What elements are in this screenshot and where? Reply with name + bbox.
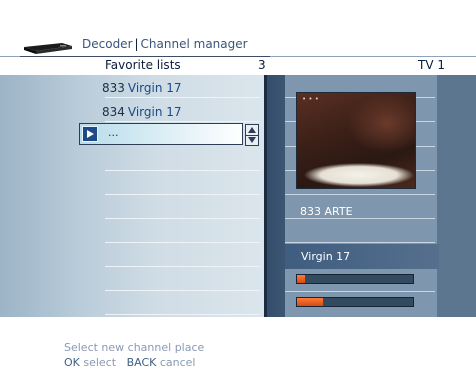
- column-header-row: [0, 57, 476, 75]
- row-divider: [105, 121, 260, 122]
- position-stepper[interactable]: [245, 124, 259, 146]
- breadcrumb-current: Channel manager: [140, 37, 248, 51]
- info-panel-edge: [437, 75, 476, 317]
- row-divider: [105, 266, 260, 267]
- breadcrumb: Decoder | Channel manager: [82, 37, 248, 51]
- signal-strength-bar: [296, 274, 414, 284]
- selected-channel-name: Virgin 17: [301, 250, 351, 263]
- column-favorite-lists[interactable]: Favorite lists: [105, 58, 181, 72]
- signal-strength-fill: [297, 275, 306, 283]
- column-tv[interactable]: TV 1: [418, 58, 445, 72]
- channel-name: Virgin 17: [127, 105, 182, 119]
- channel-list-panel: 833 Virgin 17 834 Virgin 17: [0, 75, 265, 317]
- footer-key-hints: OK select BACK cancel: [64, 356, 195, 369]
- row-divider: [105, 97, 260, 98]
- footer-instruction: Select new channel place: [64, 341, 205, 354]
- preview-overlay-text: • • •: [302, 95, 319, 103]
- play-icon: [82, 126, 98, 142]
- channel-number: 834: [102, 105, 125, 119]
- stepper-down-icon[interactable]: [246, 135, 258, 145]
- list-item[interactable]: 834 Virgin 17: [102, 105, 182, 119]
- channel-place-value: ...: [108, 126, 119, 139]
- row-divider: [285, 194, 435, 195]
- breadcrumb-root[interactable]: Decoder: [82, 37, 133, 51]
- channel-preview-video: • • •: [296, 92, 416, 189]
- channel-number: 833: [102, 81, 125, 95]
- signal-quality-bar: [296, 297, 414, 307]
- back-key-label: BACK: [126, 356, 157, 369]
- row-divider: [105, 170, 260, 171]
- ok-key-label: OK: [64, 356, 80, 369]
- ok-action-label: select: [83, 356, 117, 369]
- row-divider: [105, 194, 260, 195]
- row-divider: [285, 218, 435, 219]
- channel-name: Virgin 17: [127, 81, 182, 95]
- signal-quality-fill: [297, 298, 323, 306]
- row-divider: [105, 314, 260, 315]
- row-divider: [285, 291, 435, 292]
- row-divider: [105, 218, 260, 219]
- row-divider: [105, 290, 260, 291]
- row-divider: [105, 242, 260, 243]
- list-item[interactable]: 833 Virgin 17: [102, 81, 182, 95]
- channel-place-field[interactable]: ...: [79, 123, 243, 145]
- preview-channel-label: 833 ARTE: [300, 205, 353, 218]
- back-action-label: cancel: [159, 356, 196, 369]
- column-list-number: 3: [258, 58, 266, 72]
- row-divider: [285, 242, 435, 243]
